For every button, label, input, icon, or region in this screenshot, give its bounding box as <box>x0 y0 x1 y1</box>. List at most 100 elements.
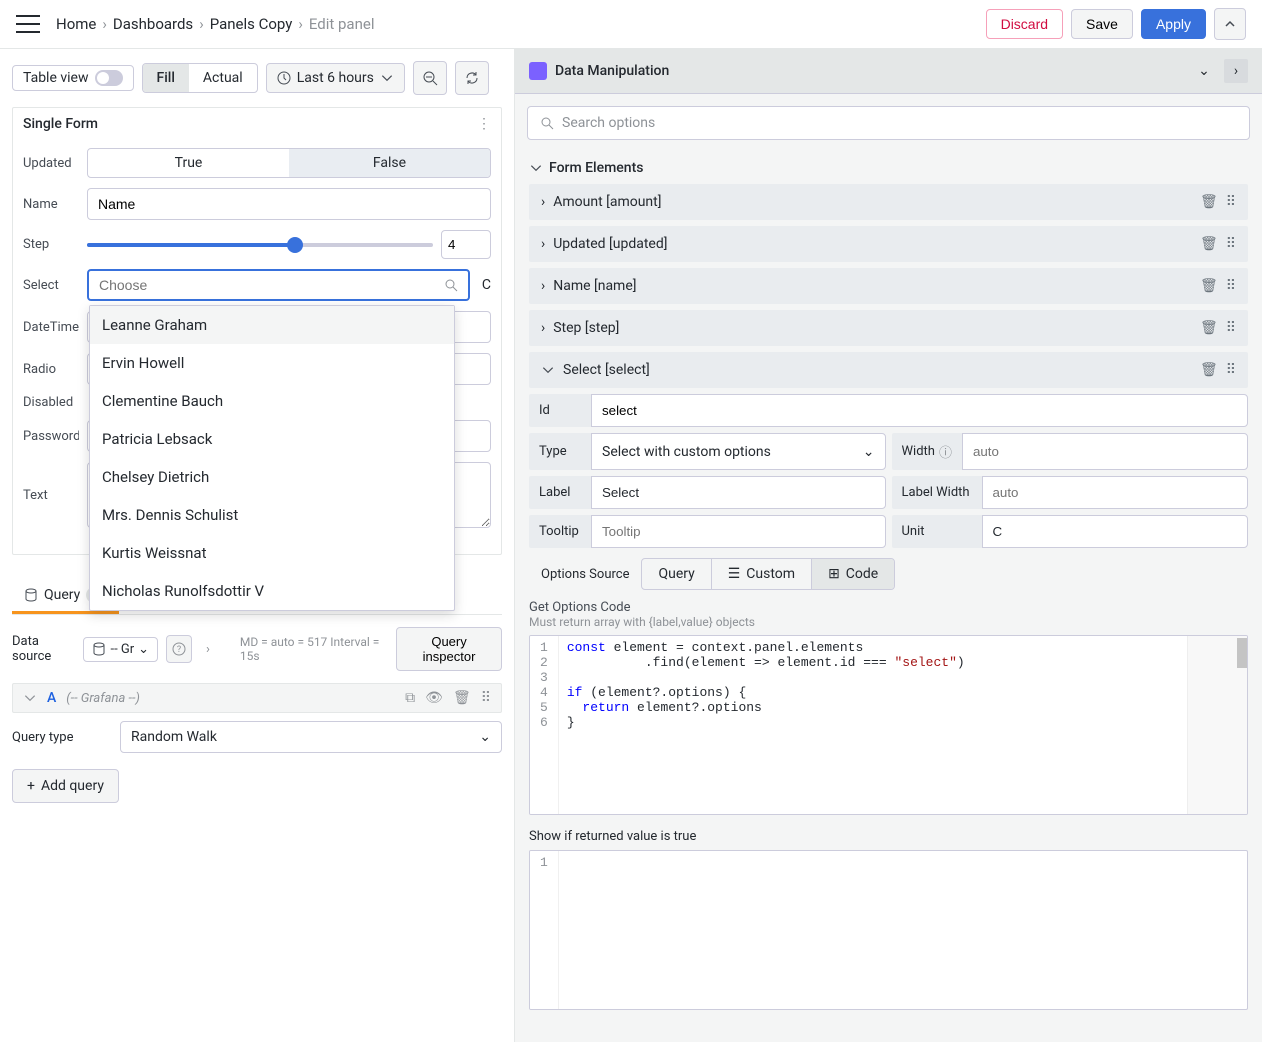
eye-icon[interactable]: 👁 <box>425 690 443 706</box>
dropdown-item[interactable]: Chelsey Dietrich <box>90 458 454 496</box>
chevron-down-icon: ⌄ <box>863 444 875 460</box>
updated-false[interactable]: False <box>289 149 490 177</box>
step-value-input[interactable] <box>441 230 491 259</box>
discard-button[interactable]: Discard <box>986 9 1063 39</box>
plugin-title: Data Manipulation <box>555 63 669 79</box>
form-element-item[interactable]: › Amount [amount] 🗑 ⠿ <box>529 184 1248 220</box>
dropdown-item[interactable]: Leanne Graham <box>90 306 454 344</box>
dropdown-item[interactable]: Mrs. Dennis Schulist <box>90 496 454 534</box>
add-query-label: Add query <box>41 778 104 794</box>
tooltip-input[interactable] <box>591 515 886 548</box>
breadcrumb-dashboards[interactable]: Dashboards <box>113 15 193 33</box>
save-button[interactable]: Save <box>1071 9 1133 39</box>
chevron-down-icon[interactable]: ⌄ <box>1192 59 1216 83</box>
form-element-item[interactable]: › Updated [updated] 🗑⠿ <box>529 226 1248 262</box>
datasource-help-button[interactable]: ? <box>166 635 192 663</box>
menu-icon[interactable] <box>16 15 40 33</box>
drag-icon[interactable]: ⠿ <box>1226 362 1236 378</box>
dropdown-item[interactable]: Nicholas Runolfsdottir V <box>90 572 454 610</box>
copy-icon[interactable]: ⧉ <box>405 690 415 706</box>
id-input[interactable] <box>591 394 1248 427</box>
add-query-button[interactable]: + Add query <box>12 769 119 803</box>
breadcrumb-edit: Edit panel <box>309 15 375 33</box>
code-body[interactable]: const element = context.panel.elements .… <box>559 636 1187 814</box>
select-label: Select <box>23 278 79 293</box>
form-element-item-expanded[interactable]: Select [select] 🗑⠿ <box>529 352 1248 388</box>
unit-input[interactable] <box>982 515 1249 548</box>
code-minimap[interactable] <box>1187 636 1247 814</box>
radio-label: Radio <box>23 362 79 377</box>
form-elements-header[interactable]: Form Elements <box>529 152 1248 184</box>
panel-menu-icon[interactable]: ⋮ <box>477 116 491 132</box>
step-slider[interactable] <box>87 243 433 247</box>
time-range-picker[interactable]: Last 6 hours <box>266 63 405 93</box>
trash-icon[interactable]: 🗑 <box>1200 320 1218 336</box>
drag-icon[interactable]: ⠿ <box>1226 236 1236 252</box>
switch-icon[interactable] <box>95 70 123 86</box>
search-icon <box>540 116 554 130</box>
options-source-label: Options Source <box>529 559 641 590</box>
dropdown-item[interactable]: Kurtis Weissnat <box>90 534 454 572</box>
form-elements-label: Form Elements <box>549 160 643 176</box>
label-label: Label <box>529 476 591 509</box>
apply-button[interactable]: Apply <box>1141 9 1206 39</box>
form-element-item[interactable]: › Name [name] 🗑⠿ <box>529 268 1248 304</box>
dropdown-item[interactable]: Ervin Howell <box>90 344 454 382</box>
chevron-right-icon: › <box>298 15 303 33</box>
breadcrumb-home[interactable]: Home <box>56 15 96 33</box>
drag-icon[interactable]: ⠿ <box>481 690 491 706</box>
svg-text:?: ? <box>177 645 181 655</box>
chevron-right-icon: › <box>541 194 545 210</box>
drag-icon[interactable]: ⠿ <box>1226 320 1236 336</box>
chevron-right-icon: › <box>541 236 545 252</box>
trash-icon[interactable]: 🗑 <box>1200 278 1218 294</box>
dropdown-item[interactable]: Clementine Bauch <box>90 382 454 420</box>
name-input[interactable] <box>87 188 491 220</box>
actual-option[interactable]: Actual <box>189 64 257 92</box>
code-editor[interactable]: 123456 const element = context.panel.ele… <box>529 635 1248 815</box>
drag-icon[interactable]: ⠿ <box>1226 278 1236 294</box>
select-input[interactable]: Leanne Graham Ervin Howell Clementine Ba… <box>87 269 470 301</box>
chevron-right-icon[interactable]: › <box>1224 59 1248 83</box>
breadcrumb-panels[interactable]: Panels Copy <box>210 15 293 33</box>
plus-icon: + <box>27 778 35 794</box>
options-search[interactable]: Search options <box>527 106 1250 140</box>
step-label: Step <box>23 237 79 252</box>
label-width-label: Label Width <box>892 476 982 509</box>
datasource-select[interactable]: -- Gr ⌄ <box>83 637 158 662</box>
chevron-down-icon <box>541 363 555 377</box>
query-letter[interactable]: A <box>47 690 56 706</box>
chevron-down-icon <box>380 71 394 85</box>
type-label: Type <box>529 433 591 470</box>
form-element-item[interactable]: › Step [step] 🗑⠿ <box>529 310 1248 346</box>
type-select[interactable]: Select with custom options ⌄ <box>591 433 886 470</box>
trash-icon[interactable]: 🗑 <box>453 690 471 706</box>
refresh-button[interactable] <box>455 61 489 95</box>
query-type-select[interactable]: Random Walk ⌄ <box>120 721 502 753</box>
label-width-input[interactable] <box>982 476 1249 509</box>
query-inspector-button[interactable]: Query inspector <box>396 627 502 671</box>
trash-icon[interactable]: 🗑 <box>1200 362 1218 378</box>
panel-title: Single Form <box>23 116 98 132</box>
source-code[interactable]: ⊞Code <box>812 559 894 589</box>
select-search[interactable] <box>99 277 444 293</box>
form-element-label: Amount [amount] <box>553 194 1192 210</box>
source-query[interactable]: Query <box>642 559 711 589</box>
source-custom[interactable]: ☰Custom <box>712 559 812 589</box>
label-input[interactable] <box>591 476 886 509</box>
table-view-toggle[interactable]: Table view <box>12 65 134 91</box>
chevron-right-icon[interactable]: › <box>200 642 216 657</box>
drag-icon[interactable]: ⠿ <box>1226 194 1236 210</box>
width-input[interactable] <box>962 433 1248 470</box>
fill-option[interactable]: Fill <box>143 64 189 92</box>
chevron-up-icon[interactable] <box>1214 8 1246 40</box>
plugin-header[interactable]: Data Manipulation ⌄ › <box>515 49 1262 94</box>
code-body[interactable] <box>559 851 1247 1009</box>
zoom-out-button[interactable] <box>413 61 447 95</box>
updated-true[interactable]: True <box>88 149 289 177</box>
trash-icon[interactable]: 🗑 <box>1200 236 1218 252</box>
chevron-down-icon[interactable] <box>23 691 37 705</box>
dropdown-item[interactable]: Patricia Lebsack <box>90 420 454 458</box>
show-if-editor[interactable]: 1 <box>529 850 1248 1010</box>
trash-icon[interactable]: 🗑 <box>1200 194 1218 210</box>
